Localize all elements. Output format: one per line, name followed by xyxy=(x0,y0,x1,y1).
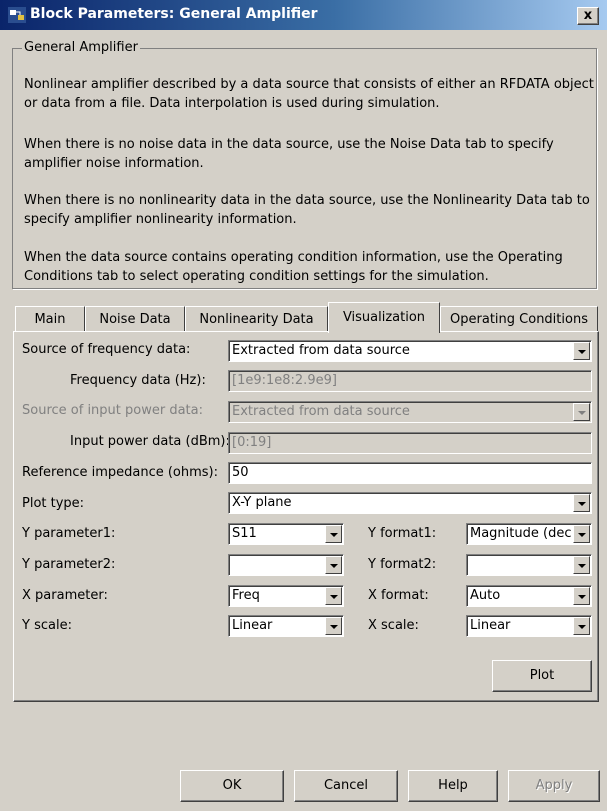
source-frequency-value: Extracted from data source xyxy=(232,343,410,358)
x-scale-value: Linear xyxy=(470,618,511,633)
window-title: Block Parameters: General Amplifier xyxy=(30,6,318,22)
y-parameter2-label: Y parameter2: xyxy=(22,557,116,572)
plot-type-value: X-Y plane xyxy=(232,495,292,510)
chevron-down-icon xyxy=(573,403,590,421)
tab-noise-data[interactable]: Noise Data xyxy=(85,306,185,331)
chevron-down-icon xyxy=(325,617,342,635)
reference-impedance-label: Reference impedance (ohms): xyxy=(22,465,219,480)
chevron-down-icon xyxy=(573,342,590,360)
chevron-down-icon xyxy=(573,494,590,512)
apply-button: Apply xyxy=(508,770,600,802)
group-title: General Amplifier xyxy=(22,40,140,55)
tab-visualization[interactable]: Visualization xyxy=(328,302,440,333)
simulink-block-icon xyxy=(8,7,26,23)
y-scale-dropdown[interactable]: Linear xyxy=(228,615,344,637)
power-data-field: [0:19] xyxy=(228,432,592,454)
y-format2-dropdown[interactable] xyxy=(466,554,592,576)
chevron-down-icon xyxy=(325,556,342,574)
plot-type-dropdown[interactable]: X-Y plane xyxy=(228,492,592,514)
cancel-button[interactable]: Cancel xyxy=(294,770,398,802)
y-scale-value: Linear xyxy=(232,618,273,633)
tab-main[interactable]: Main xyxy=(15,306,85,331)
frequency-data-label: Frequency data (Hz): xyxy=(70,373,206,388)
y-format2-label: Y format2: xyxy=(368,557,437,572)
y-scale-label: Y scale: xyxy=(22,618,72,633)
source-frequency-dropdown[interactable]: Extracted from data source xyxy=(228,340,592,362)
source-power-dropdown: Extracted from data source xyxy=(228,401,592,423)
source-power-label: Source of input power data: xyxy=(22,403,203,418)
frequency-data-field: [1e9:1e8:2.9e9] xyxy=(228,370,592,392)
y-parameter1-value: S11 xyxy=(232,526,257,541)
close-button[interactable]: x xyxy=(577,7,599,25)
power-data-label: Input power data (dBm): xyxy=(70,434,230,449)
plot-button[interactable]: Plot xyxy=(492,660,592,692)
chevron-down-icon xyxy=(573,525,590,543)
chevron-down-icon xyxy=(573,556,590,574)
description-paragraph: When there is no noise data in the data … xyxy=(24,137,554,171)
ok-button[interactable]: OK xyxy=(180,770,284,802)
y-format1-label: Y format1: xyxy=(368,526,437,541)
y-format1-dropdown[interactable]: Magnitude (dec xyxy=(466,523,592,545)
x-parameter-label: X parameter: xyxy=(22,588,108,603)
y-parameter2-dropdown[interactable] xyxy=(228,554,344,576)
x-scale-dropdown[interactable]: Linear xyxy=(466,615,592,637)
description-paragraph: When the data source contains operating … xyxy=(24,250,563,284)
tab-nonlinearity-data[interactable]: Nonlinearity Data xyxy=(185,306,328,331)
x-scale-label: X scale: xyxy=(368,618,419,633)
source-power-value: Extracted from data source xyxy=(232,404,410,419)
y-parameter1-dropdown[interactable]: S11 xyxy=(228,523,344,545)
x-parameter-value: Freq xyxy=(232,588,260,603)
tab-operating-conditions[interactable]: Operating Conditions xyxy=(440,306,598,331)
source-frequency-label: Source of frequency data: xyxy=(22,342,191,357)
help-button[interactable]: Help xyxy=(408,770,498,802)
plot-type-label: Plot type: xyxy=(22,496,85,511)
chevron-down-icon xyxy=(325,525,342,543)
x-format-value: Auto xyxy=(470,588,501,603)
x-parameter-dropdown[interactable]: Freq xyxy=(228,585,344,607)
description-paragraph: When there is no nonlinearity data in th… xyxy=(24,193,590,227)
reference-impedance-input[interactable]: 50 xyxy=(228,462,592,484)
y-format1-value: Magnitude (dec xyxy=(470,526,572,541)
chevron-down-icon xyxy=(325,587,342,605)
x-format-label: X format: xyxy=(368,588,429,603)
description-paragraph: Nonlinear amplifier described by a data … xyxy=(24,77,594,111)
chevron-down-icon xyxy=(573,587,590,605)
chevron-down-icon xyxy=(573,617,590,635)
x-format-dropdown[interactable]: Auto xyxy=(466,585,592,607)
y-parameter1-label: Y parameter1: xyxy=(22,526,116,541)
